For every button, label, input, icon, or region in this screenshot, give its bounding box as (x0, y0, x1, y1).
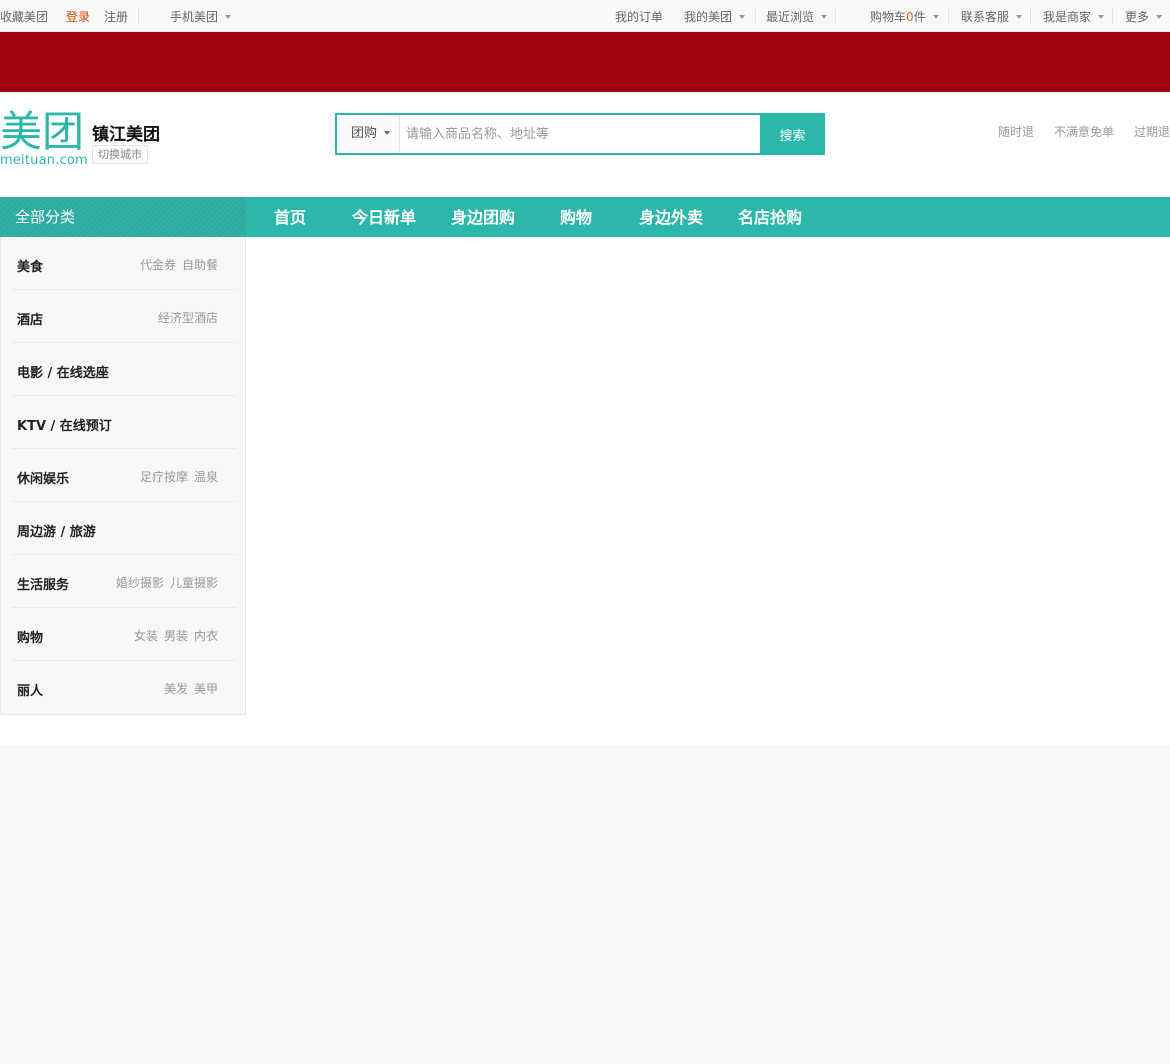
nav-famous-stores[interactable]: 名店抢购 (738, 197, 802, 237)
nav-shopping[interactable]: 购物 (560, 197, 592, 237)
subcategory-link[interactable]: 温泉 (194, 470, 218, 484)
more-label: 更多 (1125, 10, 1150, 24)
more-menu[interactable]: 更多 (1125, 9, 1163, 25)
category-item[interactable]: 购物 女装 男装 内衣 (12, 608, 237, 661)
cart-menu[interactable]: 购物车0件 (870, 9, 939, 25)
chevron-down-icon (739, 14, 746, 19)
subcategory-link[interactable]: 美甲 (194, 682, 218, 696)
divider (138, 9, 139, 23)
subcategory-link[interactable]: 儿童摄影 (170, 576, 218, 590)
subcategory-link[interactable]: 婚纱摄影 (116, 576, 164, 590)
subcategory-link[interactable]: 内衣 (194, 629, 218, 643)
category-name[interactable]: 生活服务 (17, 574, 69, 593)
merchant-menu[interactable]: 我是商家 (1043, 9, 1105, 25)
city-name: 镇江美团 (92, 125, 160, 145)
category-item[interactable]: KTV / 在线预订 (12, 396, 237, 449)
chevron-down-icon (225, 14, 232, 19)
my-orders-link[interactable]: 我的订单 (615, 9, 663, 25)
divider (1112, 9, 1113, 23)
recent-menu[interactable]: 最近浏览 (766, 9, 828, 25)
category-name[interactable]: 丽人 (17, 680, 43, 699)
divider (1030, 9, 1031, 23)
chevron-down-icon (1156, 14, 1163, 19)
subcategory-link[interactable]: 足疗按摩 (140, 470, 188, 484)
my-meituan-label: 我的美团 (684, 10, 733, 24)
login-link[interactable]: 登录 (66, 9, 90, 25)
search-bar: 团购 搜索 (335, 113, 825, 155)
cart-label: 购物车 (870, 10, 907, 24)
chevron-down-icon (1016, 14, 1023, 19)
category-name[interactable]: 休闲娱乐 (17, 468, 69, 487)
chevron-down-icon (932, 14, 939, 19)
category-name[interactable]: 电影 / 在线选座 (17, 362, 109, 381)
category-item[interactable]: 美食 代金券 自助餐 (12, 237, 237, 290)
category-list: 美食 代金券 自助餐 酒店 经济型酒店 电影 / 在线选座 KTV / 在线预订 … (0, 237, 246, 715)
main-content: 美食 代金券 自助餐 酒店 经济型酒店 电影 / 在线选座 KTV / 在线预订 … (0, 237, 1170, 745)
mobile-label: 手机美团 (170, 10, 219, 24)
search-type-label: 团购 (351, 126, 378, 141)
category-name[interactable]: 酒店 (17, 309, 43, 328)
all-categories-button[interactable]: 全部分类 (0, 197, 246, 237)
site-header: 美团 meituan.com 镇江美团 切换城市 团购 搜索 随时退 不满意免单… (0, 92, 1170, 197)
logo-domain: meituan.com (0, 153, 88, 168)
favorite-link[interactable]: 收藏美团 (0, 9, 48, 25)
nav-takeout[interactable]: 身边外卖 (639, 197, 703, 237)
search-input[interactable] (401, 115, 757, 153)
support-menu[interactable]: 联系客服 (961, 9, 1023, 25)
category-item[interactable]: 丽人 美发 美甲 (12, 661, 237, 714)
search-button[interactable]: 搜索 (760, 113, 825, 155)
divider (835, 9, 836, 23)
promise-refund-anytime: 随时退 (998, 125, 1035, 139)
category-item[interactable]: 周边游 / 旅游 (12, 502, 237, 555)
support-label: 联系客服 (961, 10, 1010, 24)
meituan-logo[interactable]: 美团 (0, 108, 84, 152)
nav-nearby-deals[interactable]: 身边团购 (451, 197, 515, 237)
chevron-down-icon (1098, 14, 1105, 19)
search-type-select[interactable]: 团购 (337, 115, 400, 153)
logo-text: 美团 (0, 108, 84, 152)
register-link[interactable]: 注册 (104, 9, 128, 25)
recent-label: 最近浏览 (766, 10, 815, 24)
subcategory-link[interactable]: 美发 (164, 682, 188, 696)
chevron-down-icon (384, 130, 391, 135)
category-item[interactable]: 休闲娱乐 足疗按摩 温泉 (12, 449, 237, 502)
top-bar: 收藏美团 登录 注册 手机美团 我的订单 我的美团 最近浏览 购物车0件 联系客… (0, 0, 1170, 32)
category-item[interactable]: 电影 / 在线选座 (12, 343, 237, 396)
category-name[interactable]: 周边游 / 旅游 (17, 521, 96, 540)
nav-new-today[interactable]: 今日新单 (352, 197, 416, 237)
subcategory-link[interactable]: 代金券 (140, 258, 176, 272)
category-name[interactable]: KTV / 在线预订 (17, 415, 112, 434)
chevron-down-icon (821, 14, 828, 19)
subcategory-link[interactable]: 男装 (164, 629, 188, 643)
category-name[interactable]: 美食 (17, 256, 43, 275)
subcategory-link[interactable]: 女装 (134, 629, 158, 643)
promo-banner[interactable] (0, 32, 1170, 92)
mobile-menu[interactable]: 手机美团 (170, 9, 232, 25)
promise-satisfaction: 不满意免单 (1054, 125, 1115, 139)
cart-count: 0 (906, 10, 914, 24)
main-nav: 全部分类 首页 今日新单 身边团购 购物 身边外卖 名店抢购 (0, 197, 1170, 237)
my-meituan-menu[interactable]: 我的美团 (684, 9, 746, 25)
category-name[interactable]: 购物 (17, 627, 43, 646)
subcategory-link[interactable]: 自助餐 (182, 258, 218, 272)
cart-unit: 件 (913, 10, 926, 24)
category-item[interactable]: 酒店 经济型酒店 (12, 290, 237, 343)
category-item[interactable]: 生活服务 婚纱摄影 儿童摄影 (12, 555, 237, 608)
divider (948, 9, 949, 23)
promise-refund-expired: 过期退 (1134, 125, 1170, 139)
subcategory-link[interactable]: 经济型酒店 (158, 311, 218, 325)
switch-city-button[interactable]: 切换城市 (92, 145, 148, 164)
merchant-label: 我是商家 (1043, 10, 1092, 24)
nav-home[interactable]: 首页 (274, 197, 306, 237)
divider (755, 9, 756, 23)
